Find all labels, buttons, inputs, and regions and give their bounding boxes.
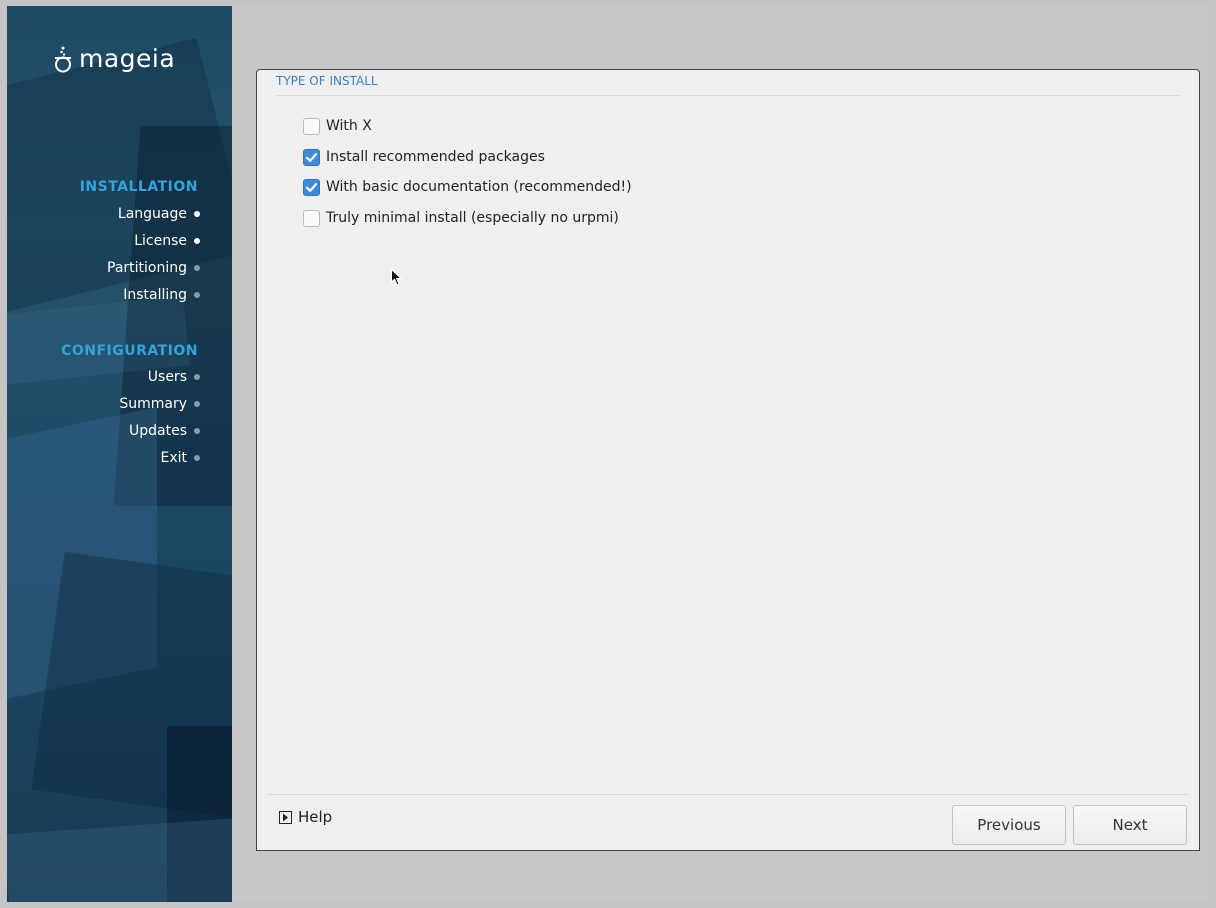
step-installing: Installing xyxy=(123,284,200,306)
step-status-dot xyxy=(194,374,200,380)
option-truly-minimal[interactable]: Truly minimal install (especially no urp… xyxy=(303,207,619,229)
title-divider xyxy=(276,95,1181,96)
checkbox-with-x[interactable] xyxy=(303,117,320,135)
step-users: Users xyxy=(148,366,200,388)
help-label: Help xyxy=(298,808,333,826)
step-status-dot xyxy=(194,292,200,298)
step-status-dot xyxy=(194,455,200,461)
step-partitioning: Partitioning xyxy=(107,257,200,279)
option-label: With basic documentation (recommended!) xyxy=(326,179,632,195)
step-label: Updates xyxy=(129,423,187,439)
mouse-cursor-icon xyxy=(391,268,403,291)
step-label: Partitioning xyxy=(107,260,187,276)
previous-button[interactable]: Previous xyxy=(952,805,1066,845)
checkmark-icon xyxy=(305,152,318,162)
checkmark-icon xyxy=(305,182,318,192)
option-with-x[interactable]: With X xyxy=(303,115,372,137)
section-title-configuration: CONFIGURATION xyxy=(61,343,198,359)
expand-arrow-icon xyxy=(279,810,292,824)
step-license: License xyxy=(134,230,200,252)
step-summary: Summary xyxy=(119,393,200,415)
panel-title: TYPE OF INSTALL xyxy=(276,74,378,88)
step-status-dot xyxy=(194,265,200,271)
option-label: Truly minimal install (especially no urp… xyxy=(326,210,619,226)
option-recommended-packages[interactable]: Install recommended packages xyxy=(303,146,545,168)
step-label: Installing xyxy=(123,287,187,303)
step-language: Language xyxy=(118,203,200,225)
install-type-panel: TYPE OF INSTALL With X Install recommend… xyxy=(256,69,1200,851)
logo-text: mageia xyxy=(79,44,176,73)
step-status-dot xyxy=(194,238,200,244)
step-updates: Updates xyxy=(129,420,200,442)
step-status-dot xyxy=(194,211,200,217)
option-label: With X xyxy=(326,118,372,134)
step-status-dot xyxy=(194,401,200,407)
step-exit: Exit xyxy=(160,447,200,469)
installer-window: mageia INSTALLATION Language License Par… xyxy=(7,6,1209,902)
next-button[interactable]: Next xyxy=(1073,805,1187,845)
checkbox-basic-documentation[interactable] xyxy=(303,178,320,196)
step-label: Summary xyxy=(119,396,187,412)
step-label: License xyxy=(134,233,187,249)
checkbox-truly-minimal[interactable] xyxy=(303,209,320,227)
mageia-cauldron-icon xyxy=(53,45,73,73)
checkbox-recommended-packages[interactable] xyxy=(303,148,320,166)
step-status-dot xyxy=(194,428,200,434)
help-toggle[interactable]: Help xyxy=(279,808,332,826)
footer-divider xyxy=(267,794,1189,795)
option-basic-documentation[interactable]: With basic documentation (recommended!) xyxy=(303,176,632,198)
option-label: Install recommended packages xyxy=(326,149,545,165)
step-label: Language xyxy=(117,206,187,222)
step-label: Exit xyxy=(160,450,187,466)
mageia-logo: mageia xyxy=(53,44,175,73)
section-title-installation: INSTALLATION xyxy=(79,179,198,195)
sidebar: mageia INSTALLATION Language License Par… xyxy=(7,6,232,902)
step-label: Users xyxy=(147,369,187,385)
